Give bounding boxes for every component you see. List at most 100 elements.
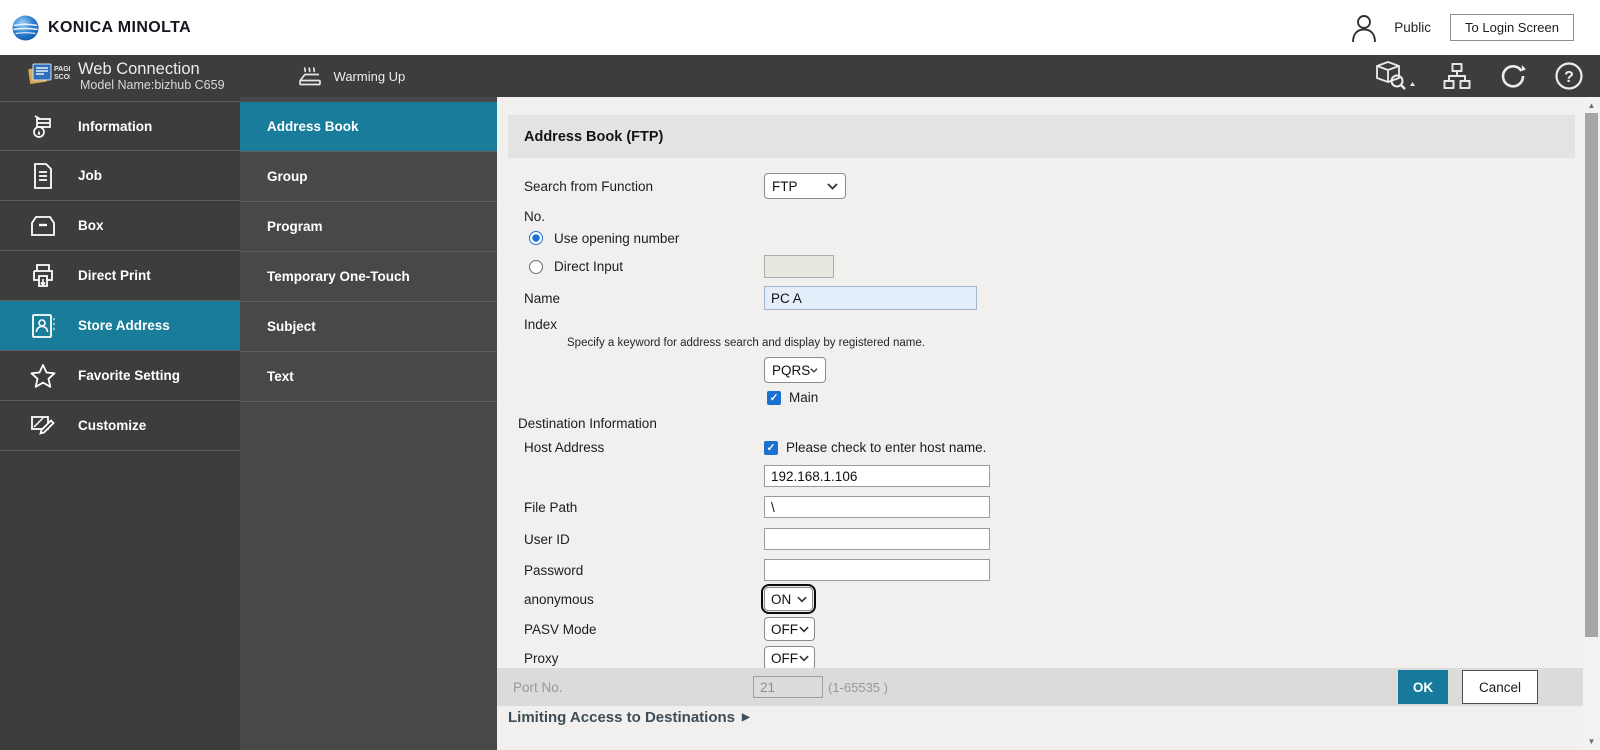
job-document-icon	[27, 162, 59, 190]
status-text: Warming Up	[334, 69, 406, 84]
use-opening-number-radio[interactable]	[529, 231, 543, 245]
name-field[interactable]	[764, 286, 977, 310]
store-address-icon	[27, 312, 59, 340]
search-from-function-select[interactable]: FTP	[764, 173, 846, 199]
pagescope-logo-icon: PAGE SCOPE	[26, 60, 70, 92]
vertical-scrollbar[interactable]: ▲ ▼	[1583, 97, 1600, 750]
badge-line1: PAGE	[54, 66, 70, 73]
index-note-row: Specify a keyword for address search and…	[508, 336, 1583, 349]
proxy-label: Proxy	[524, 651, 764, 666]
port-no-field[interactable]	[753, 676, 823, 698]
chevron-down-icon	[810, 367, 818, 374]
sidebar-item-label: Customize	[78, 418, 146, 433]
port-range-label: (1-65535 )	[828, 680, 888, 695]
sidebar-item-label: Favorite Setting	[78, 368, 180, 383]
main-checkbox[interactable]: ✓	[767, 391, 781, 405]
host-name-check-label: Please check to enter host name.	[786, 440, 986, 455]
sidebar-item-favorite-setting[interactable]: Favorite Setting	[0, 351, 240, 401]
page-title: Address Book (FTP)	[508, 115, 1575, 158]
limiting-access-link[interactable]: Limiting Access to Destinations ▶	[508, 709, 750, 726]
ok-button[interactable]: OK	[1398, 670, 1448, 704]
name-label: Name	[524, 291, 764, 306]
main-checkbox-row: ✓ Main	[508, 390, 1583, 405]
network-map-icon[interactable]	[1442, 61, 1472, 91]
submenu-item-group[interactable]: Group	[240, 152, 497, 202]
sidebar-item-label: Direct Print	[78, 268, 151, 283]
search-from-function-label: Search from Function	[524, 179, 764, 194]
help-icon[interactable]: ?	[1554, 61, 1584, 91]
user-id-field[interactable]	[764, 528, 990, 550]
submenu-item-label: Text	[267, 369, 294, 384]
anonymous-select[interactable]: ON	[764, 587, 813, 611]
password-field[interactable]	[764, 559, 990, 581]
destination-section-row: Destination Information	[508, 415, 1583, 431]
destination-information-label: Destination Information	[518, 416, 657, 431]
file-path-row: File Path	[508, 496, 1583, 518]
main-label: Main	[789, 390, 818, 405]
action-footer-bar: Port No. (1-65535 ) OK Cancel	[497, 668, 1583, 706]
index-value: PQRS	[772, 363, 810, 378]
direct-print-icon	[27, 262, 59, 290]
index-select[interactable]: PQRS	[764, 357, 826, 383]
chevron-down-icon	[827, 183, 838, 190]
proxy-select[interactable]: OFF	[764, 646, 815, 670]
scrollbar-thumb[interactable]	[1585, 113, 1598, 637]
submenu-item-program[interactable]: Program	[240, 202, 497, 252]
no-label: No.	[524, 209, 545, 224]
cancel-button[interactable]: Cancel	[1462, 670, 1538, 704]
sidebar-item-store-address[interactable]: Store Address	[0, 301, 240, 351]
to-login-screen-button[interactable]: To Login Screen	[1450, 14, 1574, 41]
device-search-icon[interactable]	[1373, 59, 1415, 93]
device-status: Warming Up	[297, 64, 406, 88]
badge-line2: SCOPE	[54, 74, 70, 81]
submenu-item-label: Temporary One-Touch	[267, 269, 410, 284]
scroll-up-arrow[interactable]: ▲	[1583, 98, 1600, 112]
submenu-item-subject[interactable]: Subject	[240, 302, 497, 352]
pasv-mode-select[interactable]: OFF	[764, 617, 815, 641]
submenu-item-label: Group	[267, 169, 308, 184]
sidebar-item-box[interactable]: Box	[0, 201, 240, 251]
user-name: Public	[1394, 20, 1431, 35]
customize-icon	[27, 413, 59, 439]
brand-text: KONICA MINOLTA	[48, 19, 191, 37]
index-label-row: Index	[508, 316, 1583, 332]
submenu-item-address-book[interactable]: Address Book	[240, 102, 497, 152]
use-opening-number-row: Use opening number	[508, 230, 1583, 246]
sidebar-item-label: Information	[78, 119, 152, 134]
direct-input-radio[interactable]	[529, 260, 543, 274]
refresh-icon[interactable]	[1499, 61, 1527, 91]
search-from-function-row: Search from Function FTP	[508, 173, 1583, 199]
warming-up-icon	[297, 64, 323, 88]
svg-text:?: ?	[1564, 69, 1574, 86]
index-select-row: PQRS	[508, 357, 1583, 383]
pasv-mode-value: OFF	[771, 622, 798, 637]
sidebar-item-label: Job	[78, 168, 102, 183]
main-sidebar: Information Job Box	[0, 97, 240, 750]
sidebar-item-direct-print[interactable]: Direct Print	[0, 251, 240, 301]
chevron-down-icon	[797, 596, 807, 603]
limiting-access-label: Limiting Access to Destinations	[508, 709, 735, 726]
submenu-item-text[interactable]: Text	[240, 352, 497, 402]
host-address-field[interactable]	[764, 465, 990, 487]
host-name-checkbox[interactable]: ✓	[764, 441, 778, 455]
anonymous-row: anonymous ON	[508, 587, 1583, 611]
direct-input-field[interactable]	[764, 255, 834, 278]
check-icon: ✓	[767, 442, 776, 454]
proxy-row: Proxy OFF	[508, 646, 1583, 670]
submenu-item-temporary-one-touch[interactable]: Temporary One-Touch	[240, 252, 497, 302]
sidebar-item-customize[interactable]: Customize	[0, 401, 240, 451]
port-no-label: Port No.	[513, 680, 753, 695]
submenu-item-label: Address Book	[267, 119, 359, 134]
sidebar-item-job[interactable]: Job	[0, 151, 240, 201]
product-name: Web Connection	[78, 60, 225, 78]
globe-icon	[12, 15, 39, 41]
sidebar-item-label: Box	[78, 218, 104, 233]
file-path-field[interactable]	[764, 496, 990, 518]
scroll-down-arrow[interactable]: ▼	[1583, 734, 1600, 748]
information-icon	[27, 111, 59, 141]
chevron-down-icon	[799, 626, 809, 633]
proxy-value: OFF	[771, 651, 798, 666]
host-address-row: Host Address ✓ Please check to enter hos…	[508, 440, 1583, 455]
user-icon	[1347, 11, 1381, 45]
sidebar-item-information[interactable]: Information	[0, 101, 240, 151]
